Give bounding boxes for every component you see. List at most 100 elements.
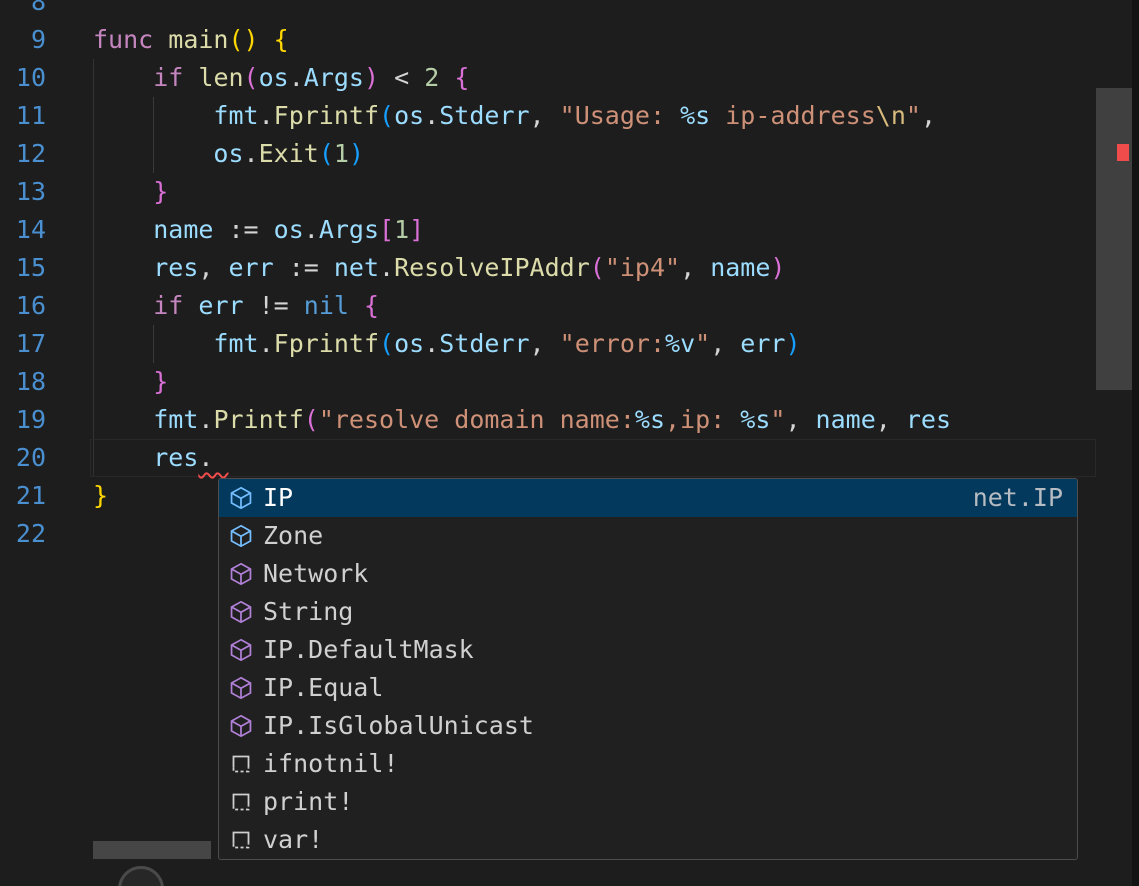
code-line[interactable]: 11 fmt.Fprintf(os.Stderr, "Usage: %s ip-… <box>0 97 1096 135</box>
code-token: func <box>93 25 168 54</box>
code-text <box>93 0 1096 21</box>
suggest-item[interactable]: var! <box>219 821 1077 859</box>
code-token: . <box>424 101 439 130</box>
suggest-item-label: IP.IsGlobalUnicast <box>263 707 1063 745</box>
vertical-scrollbar-thumb[interactable] <box>1096 88 1132 390</box>
floating-action-button[interactable] <box>118 866 164 886</box>
code-token: %s <box>680 101 710 130</box>
suggest-item[interactable]: IPnet.IP <box>219 479 1077 517</box>
code-token: os <box>394 101 424 130</box>
code-token: name <box>816 405 876 434</box>
code-line[interactable]: 19 fmt.Printf("resolve domain name:%s,ip… <box>0 401 1096 439</box>
editor-right-edge <box>1132 0 1139 886</box>
suggest-item-label: Zone <box>263 517 1063 555</box>
code-token: %s <box>635 405 665 434</box>
line-number: 19 <box>0 401 46 439</box>
code-token: os <box>259 63 289 92</box>
code-token: "error: <box>560 329 665 358</box>
code-token <box>93 253 153 282</box>
suggest-item[interactable]: IP.Equal <box>219 669 1077 707</box>
code-token: "Usage: <box>560 101 680 130</box>
code-token: . <box>379 253 394 282</box>
code-token: os <box>213 139 243 168</box>
code-token: "ip4" <box>605 253 680 282</box>
symbol-method-icon <box>229 600 253 624</box>
code-line[interactable]: 12 os.Exit(1) <box>0 135 1096 173</box>
code-token: " <box>695 329 710 358</box>
code-token: , <box>710 329 740 358</box>
suggest-item[interactable]: ifnotnil! <box>219 745 1077 783</box>
line-number: 9 <box>0 21 46 59</box>
code-line[interactable]: 18 } <box>0 363 1096 401</box>
code-token: 1 <box>394 215 409 244</box>
suggest-item[interactable]: String <box>219 593 1077 631</box>
code-token: , <box>198 253 228 282</box>
code-token: Exit <box>259 139 319 168</box>
code-token: , <box>530 329 560 358</box>
code-text: fmt.Fprintf(os.Stderr, "error:%v", err) <box>93 325 1096 363</box>
code-line[interactable]: 10 if len(os.Args) < 2 { <box>0 59 1096 97</box>
code-line[interactable]: 17 fmt.Fprintf(os.Stderr, "error:%v", er… <box>0 325 1096 363</box>
code-text: if len(os.Args) < 2 { <box>93 59 1096 97</box>
code-token: Args <box>319 215 379 244</box>
suggest-item-label: var! <box>263 821 1063 859</box>
code-token: Args <box>304 63 364 92</box>
code-area[interactable]: 89func main() {10 if len(os.Args) < 2 {1… <box>0 0 1096 553</box>
code-line[interactable]: 14 name := os.Args[1] <box>0 211 1096 249</box>
code-token: . <box>198 405 213 434</box>
code-token: ResolveIPAddr <box>394 253 590 282</box>
line-number: 11 <box>0 97 46 135</box>
code-token: fmt <box>153 405 198 434</box>
suggest-widget[interactable]: IPnet.IPZoneNetworkStringIP.DefaultMaskI… <box>218 478 1078 860</box>
code-token <box>259 25 274 54</box>
code-line[interactable]: 8 <box>0 0 1096 21</box>
suggest-item[interactable]: Network <box>219 555 1077 593</box>
code-token: err <box>740 329 785 358</box>
horizontal-scrollbar-thumb[interactable] <box>93 841 211 859</box>
code-line[interactable]: 20 res. <box>0 439 1096 477</box>
code-token <box>349 291 364 320</box>
code-token: () <box>228 25 258 54</box>
suggest-item[interactable]: IP.DefaultMask <box>219 631 1077 669</box>
code-token: ( <box>590 253 605 282</box>
code-token <box>93 101 213 130</box>
code-line[interactable]: 15 res, err := net.ResolveIPAddr("ip4", … <box>0 249 1096 287</box>
code-token <box>93 177 153 206</box>
code-token: . <box>259 101 274 130</box>
suggest-item-label: IP <box>263 479 973 517</box>
code-token: . <box>244 139 259 168</box>
code-text: res, err := net.ResolveIPAddr("ip4", nam… <box>93 249 1096 287</box>
code-token: if <box>153 63 183 92</box>
line-number: 20 <box>0 439 46 477</box>
code-line[interactable]: 9func main() { <box>0 21 1096 59</box>
code-token: %v <box>665 329 695 358</box>
code-line[interactable]: 16 if err != nil { <box>0 287 1096 325</box>
code-token: ,ip: <box>665 405 740 434</box>
suggest-item[interactable]: IP.IsGlobalUnicast <box>219 707 1077 745</box>
vertical-scrollbar[interactable] <box>1096 0 1132 886</box>
line-number: 22 <box>0 515 46 553</box>
suggest-item-label: Network <box>263 555 1063 593</box>
code-token: Fprintf <box>274 101 379 130</box>
code-token <box>183 63 198 92</box>
code-token: ) <box>770 253 785 282</box>
code-token: , <box>680 253 710 282</box>
code-token: . <box>304 215 319 244</box>
code-token <box>93 291 153 320</box>
symbol-field-icon <box>229 486 253 510</box>
code-token: { <box>454 63 469 92</box>
code-token: , <box>785 405 815 434</box>
code-token: ) <box>364 63 379 92</box>
line-number: 15 <box>0 249 46 287</box>
suggest-item[interactable]: print! <box>219 783 1077 821</box>
code-text: if err != nil { <box>93 287 1096 325</box>
code-token: , <box>876 405 906 434</box>
code-line[interactable]: 13 } <box>0 173 1096 211</box>
code-token: { <box>364 291 379 320</box>
suggest-item[interactable]: Zone <box>219 517 1077 555</box>
suggest-item-label: IP.Equal <box>263 669 1063 707</box>
suggest-item-label: String <box>263 593 1063 631</box>
code-token: 1 <box>334 139 349 168</box>
suggest-item-label: print! <box>263 783 1063 821</box>
suggest-item-label: IP.DefaultMask <box>263 631 1063 669</box>
